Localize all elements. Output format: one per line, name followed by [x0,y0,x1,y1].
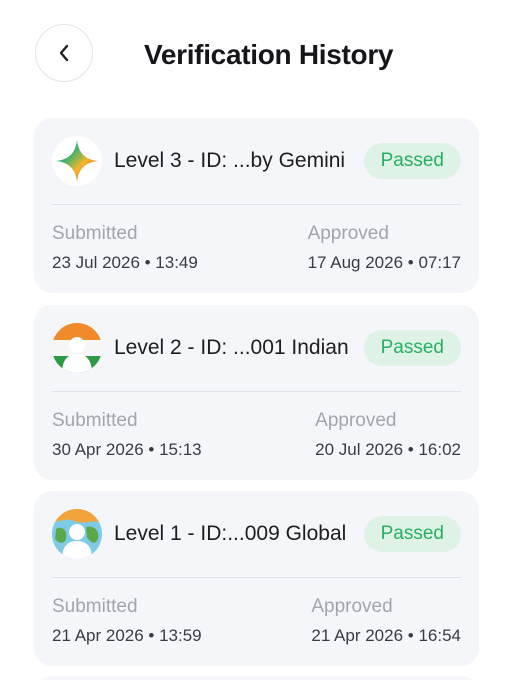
approved-value: 17 Aug 2026 • 07:17 [307,253,461,272]
page-title: Verification History [144,39,394,70]
approved-value: 20 Jul 2026 • 16:02 [315,440,461,459]
divider [52,577,461,578]
submitted-block: Submitted 23 Jul 2026 • 13:49 [52,222,198,274]
status-badge: Passed [363,143,461,179]
submitted-value: 23 Jul 2026 • 13:49 [52,253,198,272]
india-flag-avatar-icon [52,323,102,373]
approved-block: Approved 20 Jul 2026 • 16:02 [315,409,461,461]
divider [52,391,461,392]
submitted-value: 21 Apr 2026 • 13:59 [52,626,202,645]
back-button[interactable] [35,24,93,82]
submitted-block: Submitted 30 Apr 2026 • 15:13 [52,409,202,461]
level-label: Level 3 - ID: ...by Gemini [114,149,346,172]
level-label: Level 1 - ID:...009 Global [114,522,347,545]
verification-card-level-1[interactable]: Level 1 - ID:...009 Global Passed Submit… [34,491,479,666]
approved-label: Approved [311,596,393,617]
approved-block: Approved 17 Aug 2026 • 07:17 [308,222,461,274]
level-label: Level 2 - ID: ...001 Indian [114,336,349,359]
verification-card-level-3[interactable]: Level 3 - ID: ...by Gemini Passed Submit… [34,118,479,293]
approved-value: 21 Apr 2026 • 16:54 [311,626,461,645]
chevron-left-icon [59,44,69,62]
divider [52,204,461,205]
submitted-label: Submitted [52,596,138,617]
approved-block: Approved 21 Apr 2026 • 16:54 [311,595,461,647]
submitted-block: Submitted 21 Apr 2026 • 13:59 [52,595,202,647]
globe-avatar-icon [52,509,102,559]
submitted-label: Submitted [52,410,138,431]
verification-card-level-2[interactable]: Level 2 - ID: ...001 Indian Passed Submi… [34,305,479,480]
verification-history-screen: Verification History Level 3 - ID: ...by… [0,0,513,680]
submitted-label: Submitted [52,223,138,244]
status-badge: Passed [363,516,461,552]
approved-label: Approved [315,410,397,431]
status-badge: Passed [363,330,461,366]
submitted-value: 30 Apr 2026 • 15:13 [52,440,202,459]
verification-card-partial[interactable] [34,676,479,680]
gemini-sparkle-icon [52,136,102,186]
approved-label: Approved [307,223,389,244]
